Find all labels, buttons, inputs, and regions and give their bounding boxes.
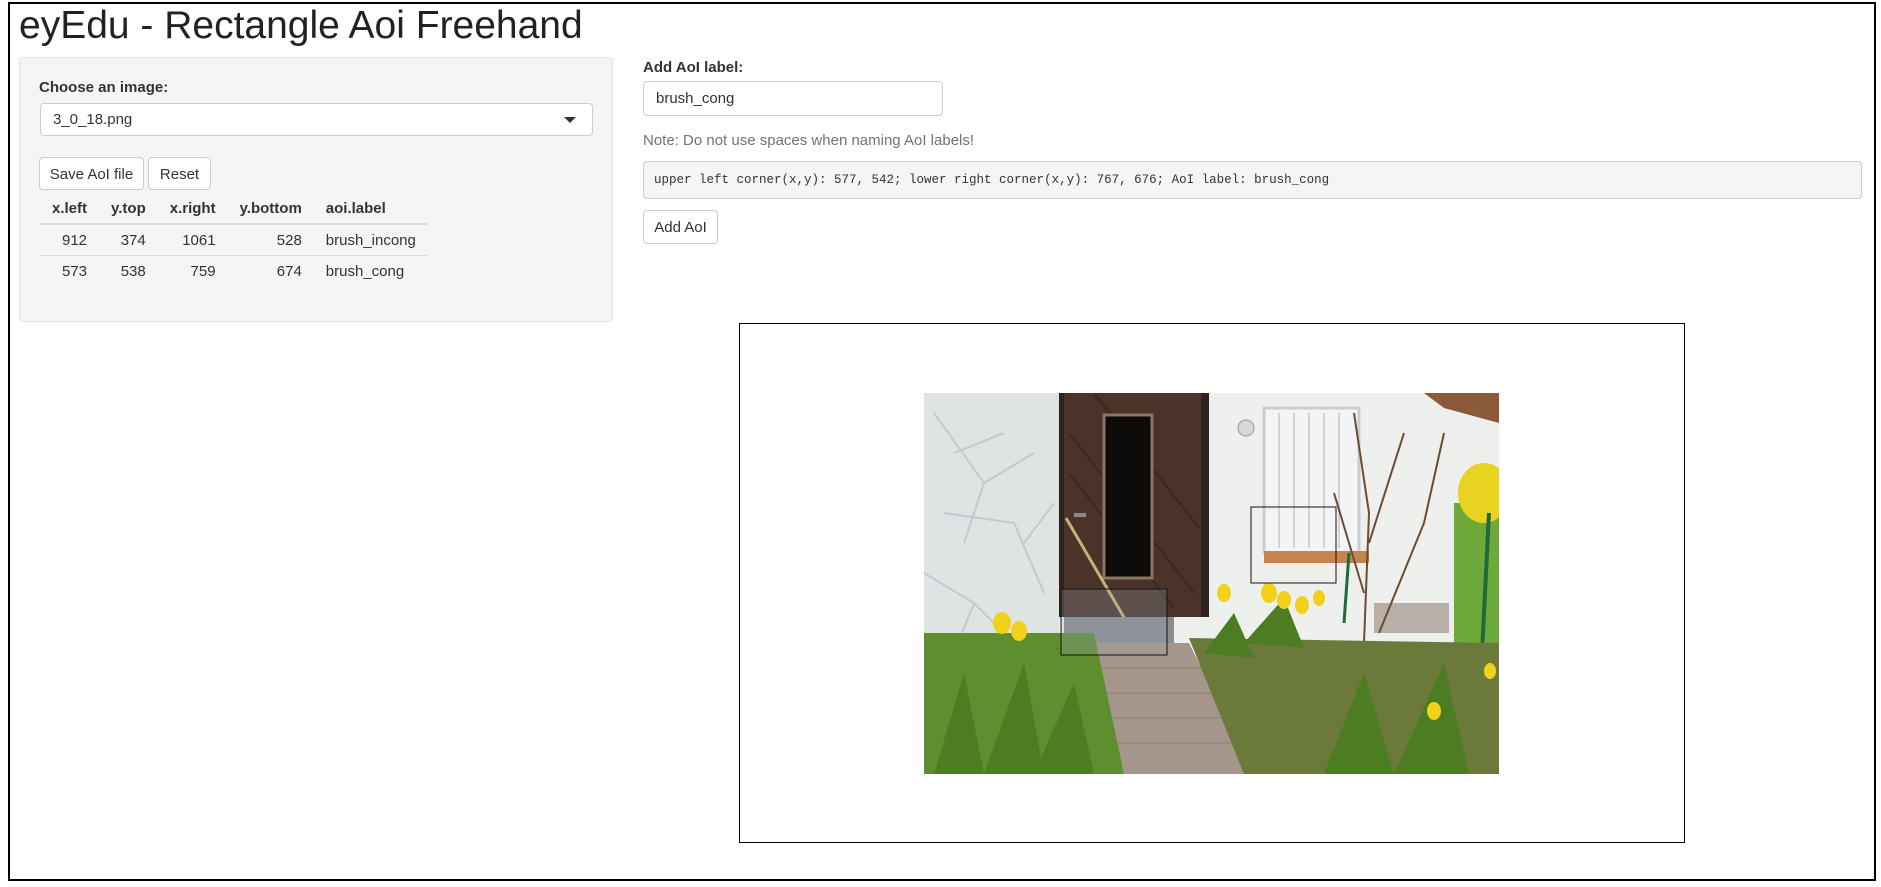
cell-y-top: 374 (99, 224, 158, 256)
table-row: 912 374 1061 528 brush_incong (40, 224, 428, 256)
chevron-down-icon (564, 117, 576, 123)
naming-note: Note: Do not use spaces when naming AoI … (643, 132, 975, 149)
col-header-y-top: y.top (99, 194, 158, 225)
cell-x-right: 1061 (157, 224, 228, 256)
table-header-row: x.left y.top x.right y.bottom aoi.label (40, 194, 428, 225)
save-aoi-file-button[interactable]: Save AoI file (39, 157, 144, 190)
aoi-table: x.left y.top x.right y.bottom aoi.label … (40, 194, 428, 286)
col-header-x-right: x.right (157, 194, 228, 225)
cell-x-left: 912 (40, 224, 100, 256)
image-select[interactable]: 3_0_18.png (40, 103, 593, 136)
add-aoi-button[interactable]: Add AoI (643, 210, 718, 244)
cell-x-right: 759 (190, 262, 216, 280)
cell-y-bottom: 674 (276, 262, 302, 280)
cell-aoi-label: brush_cong (325, 262, 405, 280)
choose-image-label: Choose an image: (39, 79, 169, 96)
cell-y-bottom: 528 (227, 224, 314, 256)
stimulus-image[interactable] (924, 393, 1499, 774)
col-header-x-left: x.left (40, 194, 100, 225)
aoi-label-input[interactable]: brush_cong (643, 81, 943, 116)
add-aoi-label-heading: Add AoI label: (643, 59, 744, 76)
image-select-value: 3_0_18.png (53, 111, 133, 128)
cell-aoi-label: brush_incong (313, 224, 428, 256)
coordinates-output: upper left corner(x,y): 577, 542; lower … (643, 161, 1862, 199)
page-title: eyEdu - Rectangle Aoi Freehand (19, 4, 583, 47)
stimulus-photo-drawing (924, 393, 1499, 774)
cell-x-left: 573 (61, 262, 88, 280)
cell-y-top: 538 (120, 262, 146, 280)
sidebar-panel: Choose an image: 3_0_18.png Save AoI fil… (19, 57, 613, 322)
col-header-y-bottom: y.bottom (227, 194, 314, 225)
aoi-label-input-value: brush_cong (656, 90, 735, 107)
col-header-aoi-label: aoi.label (313, 194, 428, 225)
table-row: 573 538 759 674 brush_cong (40, 256, 428, 287)
reset-button[interactable]: Reset (148, 157, 211, 190)
